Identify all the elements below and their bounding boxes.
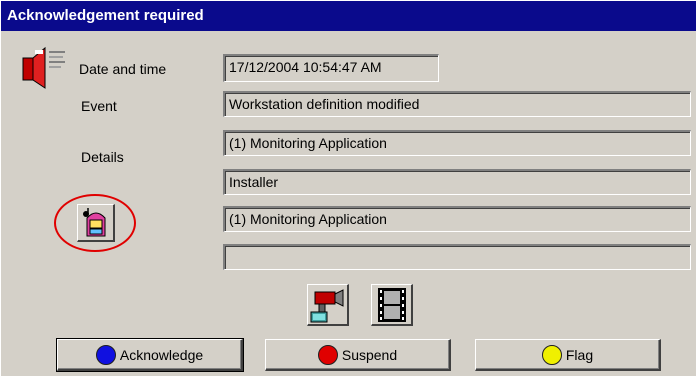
- suspend-button[interactable]: Suspend: [265, 339, 451, 371]
- film-strip-button[interactable]: [371, 284, 413, 326]
- flag-label: Flag: [565, 346, 594, 363]
- red-circle-icon: [317, 344, 338, 365]
- blue-circle-icon: [95, 344, 116, 365]
- details-field-user: Installer: [223, 169, 691, 195]
- film-strip-icon: [378, 288, 406, 322]
- yellow-circle-icon: [541, 344, 562, 365]
- event-label: Event: [81, 98, 117, 114]
- details-field-application: (1) Monitoring Application: [223, 206, 691, 232]
- date-time-field: 17/12/2004 10:54:47 AM: [223, 54, 439, 82]
- annotation-circle: [54, 194, 136, 252]
- window-title: Acknowledgement required: [7, 7, 204, 24]
- details-label: Details: [81, 149, 124, 165]
- title-bar: Acknowledgement required: [1, 1, 696, 31]
- acknowledge-label: Acknowledge: [119, 346, 204, 363]
- acknowledgement-dialog: Acknowledgement required Date and time 1…: [0, 0, 696, 376]
- suspend-label: Suspend: [341, 346, 398, 363]
- event-field: Workstation definition modified: [223, 91, 691, 117]
- speaker-alarm-icon: [21, 46, 69, 90]
- date-time-label: Date and time: [79, 61, 167, 77]
- acknowledge-button[interactable]: Acknowledge: [56, 338, 244, 372]
- details-field-extra: [223, 244, 691, 270]
- video-camera-icon: [310, 289, 344, 323]
- video-camera-button[interactable]: [307, 284, 349, 326]
- details-field-source: (1) Monitoring Application: [223, 130, 691, 156]
- flag-button[interactable]: Flag: [475, 339, 661, 371]
